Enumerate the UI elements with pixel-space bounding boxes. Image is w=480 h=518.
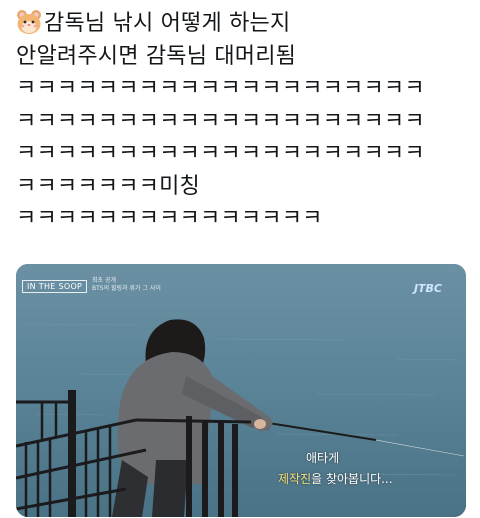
subtitle-line-1: 애타게 (306, 451, 340, 465)
episode-tag-line-2: BTS의 힐링과 휴가 그 사이 (92, 285, 161, 292)
episode-tag-line-1: 최초 공개 (92, 277, 116, 284)
subtitle-line-2: 제작진을 찾아봅니다... (278, 470, 393, 487)
tweet-media-image[interactable]: IN THE SOOP 최초 공개 BTS의 힐링과 휴가 그 사이 JTBC … (16, 264, 466, 517)
tweet-line-3: ㅋㅋㅋㅋㅋㅋㅋㅋㅋㅋㅋㅋㅋㅋㅋㅋㅋㅋㅋㅋ (16, 76, 425, 101)
tweet-line-2: 안알려주시면 감독님 대머리됨 (16, 43, 297, 69)
hamster-face-icon (17, 10, 41, 34)
tweet-line-7: ㅋㅋㅋㅋㅋㅋㅋㅋㅋㅋㅋㅋㅋㅋㅋ (16, 206, 323, 231)
channel-logo: JTBC (413, 282, 442, 295)
tweet-line-1: 감독님 낚시 어떻게 하는지 (16, 8, 472, 41)
episode-tag: 최초 공개 BTS의 힐링과 휴가 그 사이 (92, 277, 161, 293)
fishing-scene-illustration (16, 264, 466, 517)
tweet-text: 감독님 낚시 어떻게 하는지 안알려주시면 감독님 대머리됨 ㅋㅋㅋㅋㅋㅋㅋㅋㅋ… (16, 8, 472, 236)
tweet-line-4: ㅋㅋㅋㅋㅋㅋㅋㅋㅋㅋㅋㅋㅋㅋㅋㅋㅋㅋㅋㅋ (16, 108, 425, 134)
tweet-line-6: ㅋㅋㅋㅋㅋㅋㅋ미칭 (16, 173, 200, 199)
tweet-line-text: 감독님 낚시 어떻게 하는지 (44, 11, 291, 36)
show-logo: IN THE SOOP (22, 280, 88, 293)
subtitle-highlight: 제작진 (278, 472, 312, 486)
tweet-line-5: ㅋㅋㅋㅋㅋㅋㅋㅋㅋㅋㅋㅋㅋㅋㅋㅋㅋㅋㅋㅋ (16, 141, 425, 166)
subtitle-rest: 을 찾아봅니다... (311, 472, 393, 486)
